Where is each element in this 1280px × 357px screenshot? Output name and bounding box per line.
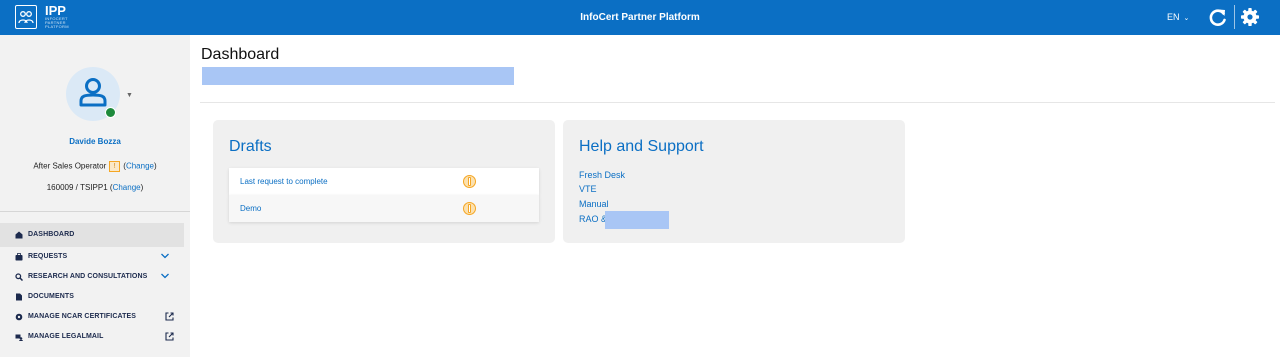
sidebar-item-label: REQUESTS bbox=[28, 253, 68, 260]
language-label: EN bbox=[1167, 12, 1180, 22]
sidebar-item-dashboard[interactable]: DASHBOARD bbox=[0, 223, 184, 247]
platform-title: InfoCert Partner Platform bbox=[580, 12, 700, 23]
help-link-fresh-desk[interactable]: Fresh Desk bbox=[579, 170, 625, 180]
user-role-line: After Sales Operator! (Change) bbox=[0, 161, 190, 172]
org-id: 160009 bbox=[46, 183, 74, 192]
sidebar-item-label: MANAGE NCAR CERTIFICATES bbox=[28, 313, 137, 320]
help-support-card: Help and Support Fresh Desk VTE Manual R… bbox=[563, 120, 905, 243]
sidebar-item-label: MANAGE LEGALMAIL bbox=[28, 333, 104, 340]
language-selector[interactable]: EN ⌄ bbox=[1167, 12, 1189, 22]
chevron-down-icon[interactable] bbox=[160, 271, 170, 281]
home-icon bbox=[15, 231, 23, 239]
refresh-icon[interactable] bbox=[1208, 7, 1228, 27]
external-link-icon[interactable] bbox=[165, 332, 174, 341]
chevron-down-icon[interactable] bbox=[160, 251, 170, 261]
online-status-indicator bbox=[105, 107, 116, 118]
page-title: Dashboard bbox=[201, 46, 280, 63]
sidebar-item-label: DASHBOARD bbox=[28, 231, 75, 238]
toolbar-divider bbox=[1234, 5, 1235, 29]
paren-close: ) bbox=[153, 161, 157, 171]
content-divider bbox=[200, 102, 1275, 103]
pending-icon bbox=[463, 202, 476, 215]
search-icon bbox=[15, 273, 23, 281]
sidebar-item-label: DOCUMENTS bbox=[28, 293, 75, 300]
sidebar-item-legalmail[interactable]: MANAGE LEGALMAIL bbox=[0, 325, 184, 349]
sidebar: ▼ Davide Bozza After Sales Operator! (Cha… bbox=[0, 35, 190, 357]
help-link-rao[interactable]: RAO & bbox=[579, 214, 607, 224]
help-link-manual[interactable]: Manual bbox=[579, 199, 609, 209]
top-bar: IPP INFOCERT PARTNER PLATFORM InfoCert P… bbox=[0, 0, 1280, 35]
mail-user-icon bbox=[15, 334, 23, 341]
sidebar-item-label: RESEARCH AND CONSULTATIONS bbox=[28, 273, 148, 280]
role-warning-badge: ! bbox=[109, 161, 121, 172]
change-org-link[interactable]: Change bbox=[113, 183, 141, 192]
gear-icon[interactable] bbox=[1240, 7, 1260, 27]
pending-icon bbox=[463, 175, 476, 188]
user-name: Davide Bozza bbox=[69, 137, 121, 146]
org-code: TSIPP1 bbox=[80, 183, 108, 192]
help-link-vte[interactable]: VTE bbox=[579, 184, 597, 194]
chevron-down-icon[interactable]: ▼ bbox=[126, 92, 133, 99]
help-support-title: Help and Support bbox=[579, 138, 704, 155]
change-role-link[interactable]: Change bbox=[126, 162, 154, 171]
briefcase-icon bbox=[15, 253, 23, 261]
external-link-icon[interactable] bbox=[165, 312, 174, 321]
draft-item-label[interactable]: Last request to complete bbox=[240, 177, 328, 186]
draft-item[interactable]: Demo bbox=[229, 195, 539, 222]
certificate-icon bbox=[15, 313, 23, 321]
redacted-link-text bbox=[605, 211, 669, 229]
redacted-subtitle bbox=[202, 67, 514, 85]
drafts-title: Drafts bbox=[229, 138, 272, 155]
sidebar-divider bbox=[0, 211, 190, 212]
chevron-down-icon: ⌄ bbox=[1183, 15, 1190, 22]
user-role: After Sales Operator bbox=[33, 161, 107, 171]
draft-item[interactable]: Last request to complete bbox=[229, 168, 539, 195]
organization-line: 160009 / TSIPP1 (Change) bbox=[46, 183, 144, 192]
draft-item-label[interactable]: Demo bbox=[240, 204, 261, 213]
document-icon bbox=[16, 293, 22, 301]
drafts-card: Drafts Last request to complete Demo bbox=[213, 120, 555, 243]
